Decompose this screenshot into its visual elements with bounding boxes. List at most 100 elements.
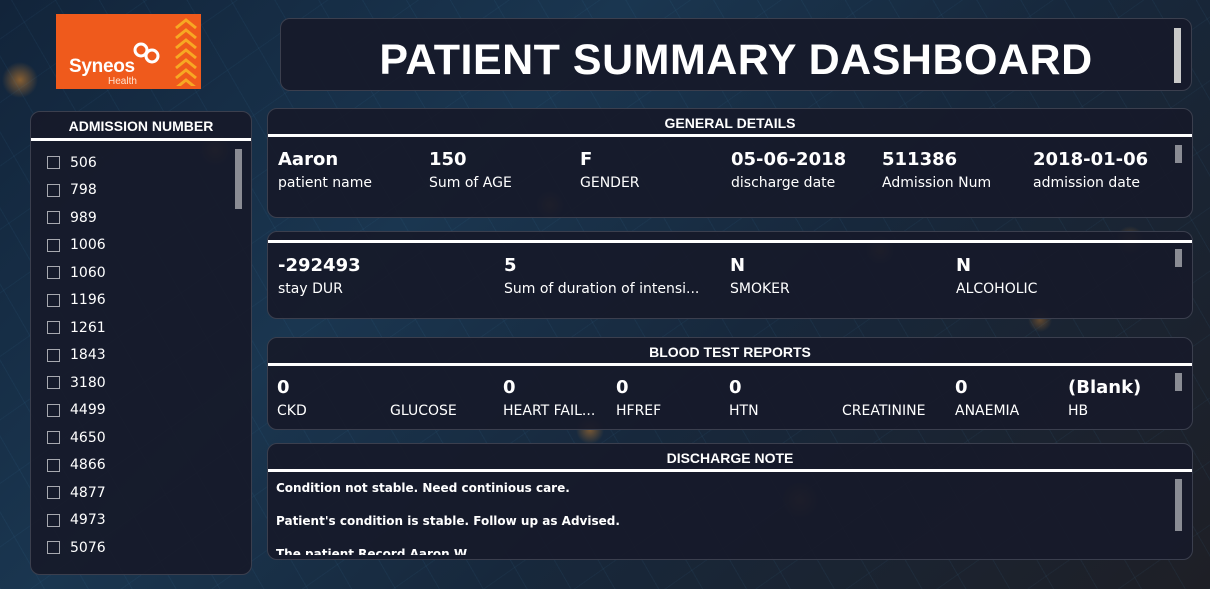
card-smoker: N SMOKER: [730, 255, 956, 297]
card-label: Sum of AGE: [429, 175, 512, 191]
checkbox[interactable]: [47, 541, 60, 555]
card-value: 0: [729, 377, 742, 398]
title-panel: PATIENT SUMMARY DASHBOARD: [280, 18, 1192, 91]
discharge-note-panel: DISCHARGE NOTE Condition not stable. Nee…: [267, 443, 1193, 560]
card-anaemia: 0 ANAEMIA: [955, 377, 1068, 419]
card-stay-dur: -292493 stay DUR: [278, 255, 504, 297]
slicer-item[interactable]: 4973: [47, 507, 232, 535]
slicer-item[interactable]: 1196: [47, 287, 232, 315]
general-scrollbar[interactable]: [1175, 145, 1182, 163]
blood-cards: 0 CKD GLUCOSE 0 HEART FAIL... 0 HFREF 0 HTN …: [277, 377, 1168, 419]
slicer-item-label: 1196: [70, 292, 106, 309]
logo-sub: Health: [108, 76, 137, 87]
checkbox[interactable]: [47, 266, 60, 280]
slicer-list: 506 798 989 1006 1060 1196 1261 1843 318…: [47, 149, 232, 569]
general-details-panel: GENERAL DETAILS Aaron patient name 150 Sum…: [267, 108, 1193, 218]
discharge-note-item: Patient's condition is stable. Follow up…: [276, 514, 620, 528]
checkbox[interactable]: [47, 403, 60, 417]
card-label: patient name: [278, 175, 372, 191]
card-value: 0: [503, 377, 516, 398]
discharge-note-item: Condition not stable. Need continious ca…: [276, 481, 570, 495]
card-admission-num: 511386 Admission Num: [882, 149, 1033, 191]
card-label: discharge date: [731, 175, 836, 191]
stay-scrollbar[interactable]: [1175, 249, 1182, 267]
slicer-item[interactable]: 798: [47, 177, 232, 205]
slicer-title: ADMISSION NUMBER: [31, 112, 251, 141]
slicer-item[interactable]: 5076: [47, 534, 232, 562]
card-label: ALCOHOLIC: [956, 281, 1038, 297]
card-htn: 0 HTN: [729, 377, 842, 419]
slicer-item-label: 1006: [70, 237, 106, 254]
card-heart-failure: 0 HEART FAIL...: [503, 377, 616, 419]
checkbox[interactable]: [47, 211, 60, 225]
card-age: 150 Sum of AGE: [429, 149, 580, 191]
card-value: Aaron: [278, 149, 339, 170]
admission-number-slicer: ADMISSION NUMBER 506 798 989 1006 1060 1…: [30, 111, 252, 575]
card-value: (Blank): [1068, 377, 1142, 398]
card-label: Admission Num: [882, 175, 992, 191]
slicer-item[interactable]: 1843: [47, 342, 232, 370]
slicer-item-label: 798: [70, 182, 97, 199]
card-admission-date: 2018-01-06 admission date: [1033, 149, 1184, 191]
card-value: N: [956, 255, 972, 276]
card-intensive-duration: 5 Sum of duration of intensi...: [504, 255, 730, 297]
card-label: HTN: [729, 403, 759, 419]
checkbox[interactable]: [47, 156, 60, 170]
logo-brand: Syneos: [69, 56, 135, 77]
page-title: PATIENT SUMMARY DASHBOARD: [379, 36, 1093, 84]
card-value: 5: [504, 255, 517, 276]
general-cards: Aaron patient name 150 Sum of AGE F GENDER …: [278, 149, 1184, 191]
slicer-item[interactable]: 1006: [47, 232, 232, 260]
discharge-note-item: The patient Record Aaron W...: [276, 547, 480, 555]
card-value: 0: [955, 377, 968, 398]
card-value: 150: [429, 149, 467, 170]
discharge-note-list: Condition not stable. Need continious ca…: [276, 480, 1156, 555]
checkbox[interactable]: [47, 183, 60, 197]
slicer-item[interactable]: 4866: [47, 452, 232, 480]
card-patient-name: Aaron patient name: [278, 149, 429, 191]
card-value: 0: [616, 377, 629, 398]
slicer-item[interactable]: 506: [47, 149, 232, 177]
general-details-title: GENERAL DETAILS: [268, 109, 1192, 137]
checkbox[interactable]: [47, 293, 60, 307]
stay-details-panel: -292493 stay DUR 5 Sum of duration of inte…: [267, 231, 1193, 319]
checkbox[interactable]: [47, 321, 60, 335]
slicer-item[interactable]: 4877: [47, 479, 232, 507]
card-value: 511386: [882, 149, 958, 170]
checkbox[interactable]: [47, 513, 60, 527]
slicer-item[interactable]: 989: [47, 204, 232, 232]
card-value: 0: [277, 377, 290, 398]
card-label: stay DUR: [278, 281, 343, 297]
checkbox[interactable]: [47, 431, 60, 445]
slicer-item[interactable]: 1261: [47, 314, 232, 342]
card-label: Sum of duration of intensi...: [504, 281, 700, 297]
slicer-item[interactable]: 4650: [47, 424, 232, 452]
slicer-item-label: 4973: [70, 512, 106, 529]
card-hfref: 0 HFREF: [616, 377, 729, 419]
slicer-scrollbar[interactable]: [235, 149, 242, 209]
checkbox[interactable]: [47, 376, 60, 390]
card-value: [842, 377, 955, 399]
slicer-item-label: 1261: [70, 319, 106, 336]
checkbox[interactable]: [47, 458, 60, 472]
slicer-item-label: 1843: [70, 347, 106, 364]
card-creatinine: CREATININE: [842, 377, 955, 419]
checkbox[interactable]: [47, 486, 60, 500]
blood-scrollbar[interactable]: [1175, 373, 1182, 391]
card-label: admission date: [1033, 175, 1140, 191]
discharge-scrollbar[interactable]: [1175, 479, 1182, 531]
card-label: CREATININE: [842, 403, 926, 419]
card-glucose: GLUCOSE: [390, 377, 503, 419]
slicer-item[interactable]: 3180: [47, 369, 232, 397]
card-value: F: [580, 149, 593, 170]
checkbox[interactable]: [47, 238, 60, 252]
card-label: SMOKER: [730, 281, 790, 297]
slicer-item-label: 1060: [70, 264, 106, 281]
card-ckd: 0 CKD: [277, 377, 390, 419]
checkbox[interactable]: [47, 348, 60, 362]
slicer-item-label: 4866: [70, 457, 106, 474]
logo-mark-icon: [133, 42, 160, 64]
slicer-item[interactable]: 1060: [47, 259, 232, 287]
slicer-item[interactable]: 4499: [47, 397, 232, 425]
card-value: [390, 377, 503, 399]
